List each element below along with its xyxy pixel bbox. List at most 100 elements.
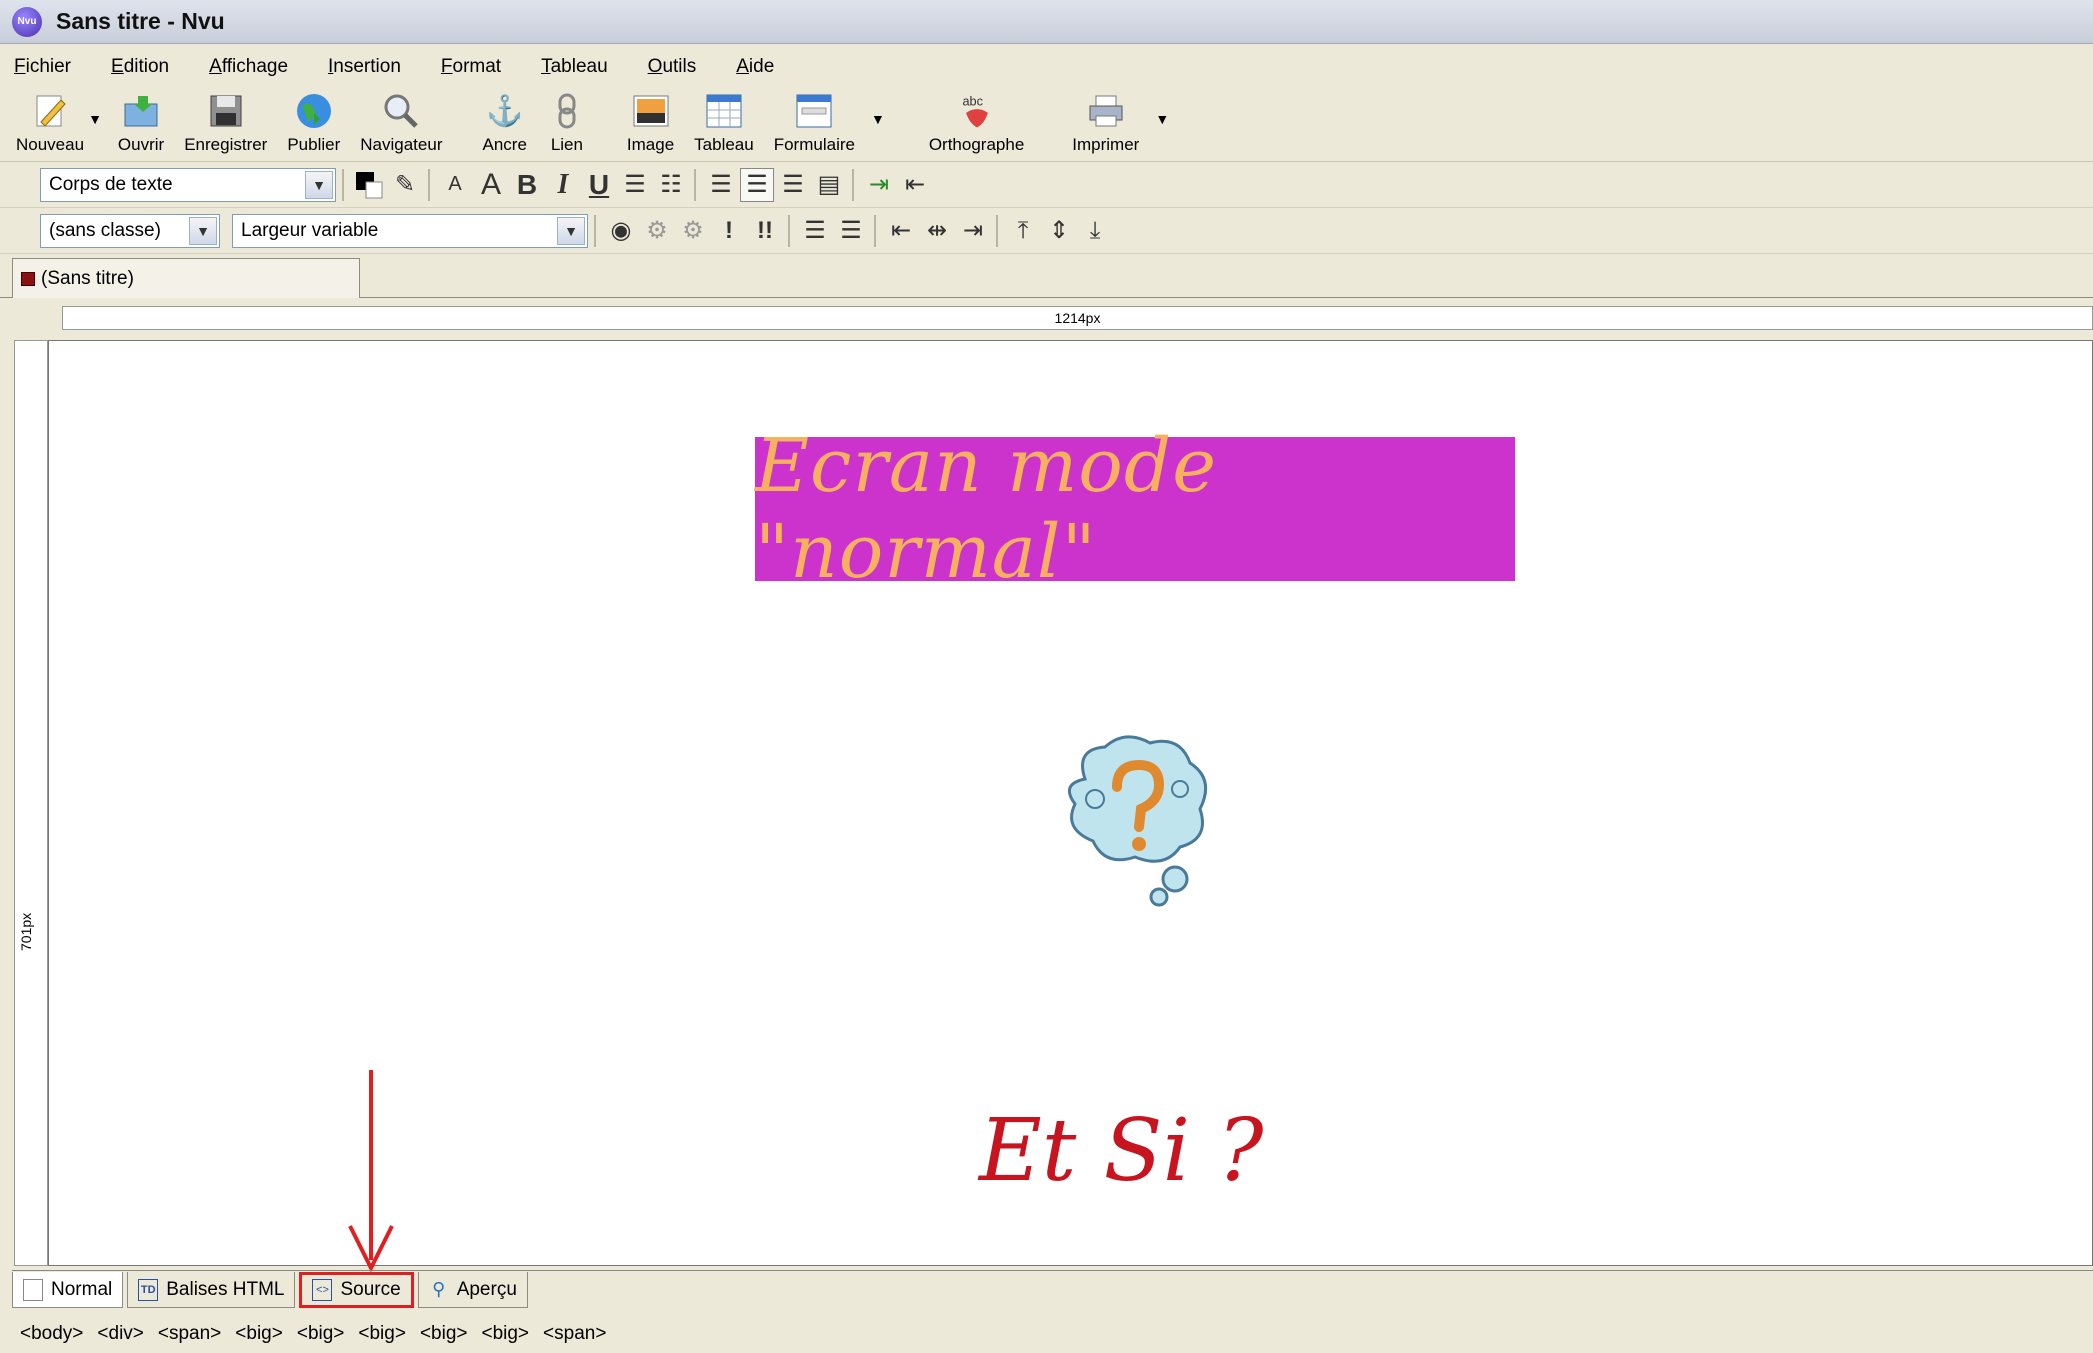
underline-button[interactable]: U [582,168,616,202]
width-select[interactable]: Largeur variable ▼ [232,213,588,248]
ouvrir-button[interactable]: Ouvrir [108,89,174,161]
font-larger-button[interactable]: A [474,168,508,202]
menu-aide[interactable]: Aide [730,52,780,82]
separator [852,168,854,201]
printer-icon [1086,91,1126,131]
box-align-right-icon[interactable]: ⇥ [956,214,990,248]
class-select[interactable]: (sans classe) ▼ [40,213,220,248]
imprimer-button[interactable]: Imprimer [1062,89,1149,161]
table-icon [704,91,744,131]
box-align-left-icon[interactable]: ⇤ [884,214,918,248]
formulaire-button[interactable]: Formulaire [764,89,865,161]
div-insert-icon[interactable]: ⚙ [640,214,674,248]
ancre-button[interactable]: ⚓ Ancre [472,89,536,161]
floppy-disk-icon [206,91,246,131]
banner-text: Ecran mode "normal" [755,423,1218,595]
tab-normal[interactable]: Normal [12,1272,124,1308]
question-heading[interactable]: Et Si ? [979,1101,1264,1201]
menu-tableau[interactable]: Tableau [535,52,614,82]
menu-format[interactable]: Format [435,52,507,82]
numbered-list-icon[interactable]: ☰ [618,168,652,202]
formulaire-dropdown-icon[interactable]: ▼ [871,111,885,127]
source-code-icon: <> [312,1279,333,1301]
important-icon[interactable]: ! [712,214,746,248]
separator [996,214,998,247]
align-right-icon[interactable]: ☰ [776,168,810,202]
target-icon[interactable]: ◉ [604,214,638,248]
banner-heading[interactable]: Ecran mode "normal" [755,423,1515,595]
question-thought-bubble-icon [1067,735,1208,907]
publier-button[interactable]: Publier [277,89,350,161]
tab-source[interactable]: <> Source [299,1272,414,1308]
separator [342,168,344,201]
justify-icon[interactable]: ▤ [812,168,846,202]
menu-fichier[interactable]: Fichier [8,52,77,82]
align-left-icon[interactable]: ☰ [704,168,738,202]
tag-span[interactable]: <span> [543,1323,606,1345]
font-smaller-button[interactable]: A [438,168,472,202]
box-align-center-icon[interactable]: ⇹ [920,214,954,248]
separator [874,214,876,247]
vertical-ruler: 701px [14,340,48,1266]
tag-big[interactable]: <big> [481,1323,529,1345]
enregistrer-button[interactable]: Enregistrer [174,89,277,161]
image-button[interactable]: Image [617,89,684,161]
tag-big[interactable]: <big> [235,1323,283,1345]
chain-link-icon [547,91,587,131]
tab-apercu[interactable]: ⚲ Aperçu [417,1272,528,1308]
html-tags-icon: TD [138,1278,159,1301]
globe-icon [294,91,334,131]
nouveau-dropdown-icon[interactable]: ▼ [88,111,102,127]
tag-div[interactable]: <div> [97,1323,143,1345]
tab-balises-html[interactable]: TD Balises HTML [127,1272,296,1308]
tag-big[interactable]: <big> [358,1323,406,1345]
tag-span[interactable]: <span> [158,1323,221,1345]
separator [428,168,430,201]
tab-sans-titre[interactable]: (Sans titre) [12,258,360,298]
valign-middle-icon[interactable]: ⇕ [1042,214,1076,248]
outdent-icon[interactable]: ⇤ [898,168,932,202]
nvu-logo-icon: Nvu [12,6,42,37]
valign-top-icon[interactable]: ⤒ [1006,214,1040,248]
indent-icon[interactable]: ⇥ [862,168,896,202]
bold-button[interactable]: B [510,168,544,202]
spellcheck-icon: abc [957,91,997,131]
menu-bar: Fichier Edition Affichage Insertion Form… [0,50,2093,84]
valign-bottom-icon[interactable]: ⤓ [1078,214,1112,248]
window-title: Sans titre - Nvu [56,8,225,34]
magnifier-icon [381,91,421,131]
class-toolbar: (sans classe) ▼ Largeur variable ▼ ◉ ⚙ ⚙… [0,208,2093,254]
italic-button[interactable]: I [546,168,580,202]
separator [788,214,790,247]
nouveau-button[interactable]: Nouveau [6,89,94,161]
menu-insertion[interactable]: Insertion [322,52,407,82]
navigateur-button[interactable]: Navigateur [350,89,452,161]
pencil-icon [30,91,70,131]
folder-open-icon [121,91,161,131]
svg-text:abc: abc [962,94,983,109]
chevron-down-icon: ▼ [557,216,585,245]
line-spacing-icon[interactable]: ☰ [798,214,832,248]
chevron-down-icon: ▼ [189,216,217,245]
image-icon [631,91,671,131]
line-spacing-reduce-icon[interactable]: ☰ [834,214,868,248]
tag-big[interactable]: <big> [297,1323,345,1345]
bullet-list-icon[interactable]: ☷ [654,168,688,202]
div-remove-icon[interactable]: ⚙ [676,214,710,248]
lien-button[interactable]: Lien [537,89,597,161]
orthographe-button[interactable]: abc Orthographe [919,89,1034,161]
menu-affichage[interactable]: Affichage [203,52,294,82]
highlight-pencil-icon[interactable]: ✎ [388,168,422,202]
document-tabbar: (Sans titre) [0,254,2093,298]
menu-edition[interactable]: Edition [105,52,175,82]
imprimer-dropdown-icon[interactable]: ▼ [1155,111,1169,127]
tag-body[interactable]: <body> [20,1323,83,1345]
text-color-button[interactable] [352,168,386,202]
tableau-button[interactable]: Tableau [684,89,764,161]
paragraph-style-select[interactable]: Corps de texte ▼ [40,167,336,202]
editor-canvas[interactable]: Ecran mode "normal" Et Si ? [48,340,2093,1266]
menu-outils[interactable]: Outils [642,52,703,82]
very-important-icon[interactable]: !! [748,214,782,248]
align-center-icon[interactable]: ☰ [740,167,774,202]
tag-big[interactable]: <big> [420,1323,468,1345]
